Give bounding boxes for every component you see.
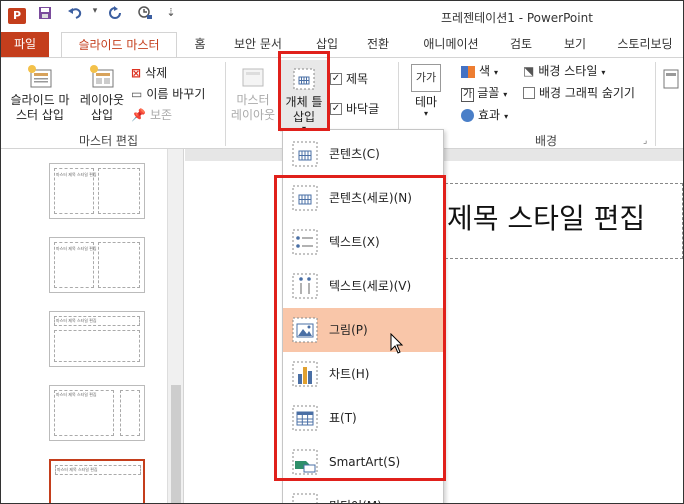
background-styles-dropdown-icon: ▾	[601, 68, 606, 77]
tab-slide-master[interactable]: 슬라이드 마스터	[61, 32, 177, 58]
menu-item-label: 콘텐츠(C)	[329, 147, 380, 161]
insert-slide-master-button[interactable]: 슬라이드 마 스터 삽입	[5, 64, 75, 123]
tab-home[interactable]: 홈	[187, 32, 213, 58]
group-master-edit-label: 마스터 편집	[79, 134, 139, 148]
scrollbar-thumb[interactable]	[171, 385, 181, 503]
master-layout-label: 마스터 레이아웃	[230, 93, 276, 122]
tab-view[interactable]: 보기	[555, 32, 595, 58]
rename-label: 이름 바꾸기	[146, 87, 206, 101]
thumbnail-text: 마스터 제목 스타일 편집	[56, 246, 97, 251]
media-icon	[292, 493, 318, 503]
menu-item-media[interactable]: 미디어(M)	[283, 484, 443, 503]
slide-size-icon[interactable]	[663, 66, 679, 89]
insert-slide-master-label: 슬라이드 마 스터 삽입	[10, 93, 70, 122]
window-title: 프레젠테이션1 - PowerPoint	[441, 11, 593, 25]
menu-item-label: 미디어(M)	[329, 484, 382, 503]
background-styles-label: 배경 스타일	[538, 64, 598, 78]
hide-background-graphics-checkbox[interactable]: 배경 그래픽 숨기기	[523, 84, 635, 102]
master-layout-button[interactable]: 마스터 레이아웃	[227, 64, 279, 123]
tab-review[interactable]: 검토	[501, 32, 541, 58]
title-checkbox[interactable]: ✓ 제목	[330, 70, 368, 88]
save-icon[interactable]	[35, 6, 55, 24]
rename-button[interactable]: ▭ 이름 바꾸기	[131, 85, 205, 103]
effects-icon	[461, 109, 474, 122]
thumbnail-text: 마스터 제목 스타일 편집	[57, 467, 98, 472]
redo-icon[interactable]	[105, 6, 125, 24]
colors-label: 색	[479, 64, 491, 78]
master-layout-icon	[240, 64, 266, 90]
tab-animations[interactable]: 애니메이션	[413, 32, 489, 58]
tab-storyboarding[interactable]: 스토리보딩	[607, 32, 683, 58]
fonts-button[interactable]: 가 글꼴 ▾	[461, 84, 507, 102]
background-styles-button[interactable]: ⬔ 배경 스타일 ▾	[523, 62, 605, 80]
ribbon-separator	[225, 62, 226, 146]
fonts-icon: 가	[461, 88, 475, 102]
powerpoint-window: P ▾ ⇣ 프레젠테이션1 - PowerPoint 파일 슬라이드 마스터 홈…	[0, 0, 684, 504]
thumbnail-slide[interactable]: 마스터 제목 스타일 편집	[49, 311, 145, 367]
delete-icon: ⊠	[131, 66, 142, 80]
effects-label: 효과	[478, 108, 501, 122]
preserve-button[interactable]: 📌 보존	[131, 106, 172, 124]
footer-check-label: 바닥글	[346, 102, 380, 116]
fonts-label: 글꼴	[477, 86, 500, 100]
insert-layout-label: 레이아웃 삽입	[79, 93, 125, 122]
powerpoint-app-icon[interactable]: P	[8, 8, 26, 24]
customize-icon[interactable]: ⇣	[161, 6, 181, 19]
footer-checkbox[interactable]: ✓ 바닥글	[330, 100, 379, 118]
hide-background-check-icon	[523, 86, 535, 99]
insert-layout-button[interactable]: 레이아웃 삽입	[77, 64, 127, 123]
ribbon-tabs: 파일 슬라이드 마스터 홈 보안 문서 삽입 전환 애니메이션 검토 보기 스토…	[1, 32, 683, 58]
delete-label: 삭제	[145, 66, 168, 80]
hide-background-label: 배경 그래픽 숨기기	[539, 86, 635, 100]
footer-check-icon: ✓	[330, 102, 342, 115]
ribbon-separator	[655, 62, 656, 146]
slide-title[interactable]: 제목 스타일 편집	[447, 197, 645, 237]
preserve-icon: 📌	[131, 108, 146, 122]
background-styles-icon: ⬔	[523, 64, 535, 78]
thumbnail-text: 마스터 제목 스타일 편집	[56, 172, 97, 177]
colors-button[interactable]: 색 ▾	[461, 62, 498, 80]
thumbnail-slide[interactable]: 마스터 제목 스타일 편집	[49, 237, 145, 293]
menu-item-content[interactable]: 콘텐츠(C)	[283, 132, 443, 176]
delete-button[interactable]: ⊠ 삭제	[131, 64, 167, 82]
theme-dropdown-icon: ▾	[423, 109, 428, 118]
theme-label: 테마	[414, 95, 438, 109]
undo-icon[interactable]	[65, 6, 85, 24]
effects-dropdown-icon: ▾	[504, 112, 509, 121]
theme-icon: 가가	[411, 64, 441, 92]
rename-icon: ▭	[131, 87, 143, 101]
group-background-label: 배경	[535, 134, 558, 148]
thumbnail-slide[interactable]: 마스터 제목 스타일 편집	[49, 163, 145, 219]
content-icon	[292, 141, 318, 167]
undo-dropdown-icon[interactable]: ▾	[85, 6, 105, 16]
title-bar: P ▾ ⇣ 프레젠테이션1 - PowerPoint	[1, 1, 683, 32]
tab-file[interactable]: 파일	[1, 32, 49, 58]
layout-icon	[89, 64, 115, 90]
title-check-icon: ✓	[330, 72, 342, 85]
thumbnail-text: 마스터 제목 스타일 편집	[56, 318, 97, 323]
theme-button[interactable]: 가가 테마 ▾	[405, 64, 447, 118]
presentation-icon[interactable]	[135, 6, 155, 24]
colors-icon	[461, 65, 475, 78]
effects-button[interactable]: 효과 ▾	[461, 106, 508, 124]
fonts-dropdown-icon: ▾	[503, 90, 508, 99]
colors-dropdown-icon: ▾	[494, 68, 499, 77]
thumbnail-scrollbar[interactable]	[167, 149, 183, 503]
slide-thumbnail-pane: 마스터 제목 스타일 편집 마스터 제목 스타일 편집 마스터 제목 스타일 편…	[1, 149, 184, 503]
thumbnail-slide-selected[interactable]: 마스터 제목 스타일 편집	[49, 459, 145, 503]
thumbnail-slide[interactable]: 마스터 제목 스타일 편집	[49, 385, 145, 441]
annotation-box-insert-placeholder	[278, 51, 330, 131]
annotation-box-menu-items	[274, 175, 446, 481]
background-dialog-launcher-icon[interactable]: ⌟	[643, 132, 647, 150]
title-check-label: 제목	[346, 72, 369, 86]
thumbnail-text: 마스터 제목 스타일 편집	[56, 392, 97, 397]
slide-master-icon	[27, 64, 53, 90]
preserve-label: 보존	[149, 108, 173, 122]
tab-transitions[interactable]: 전환	[358, 32, 398, 58]
